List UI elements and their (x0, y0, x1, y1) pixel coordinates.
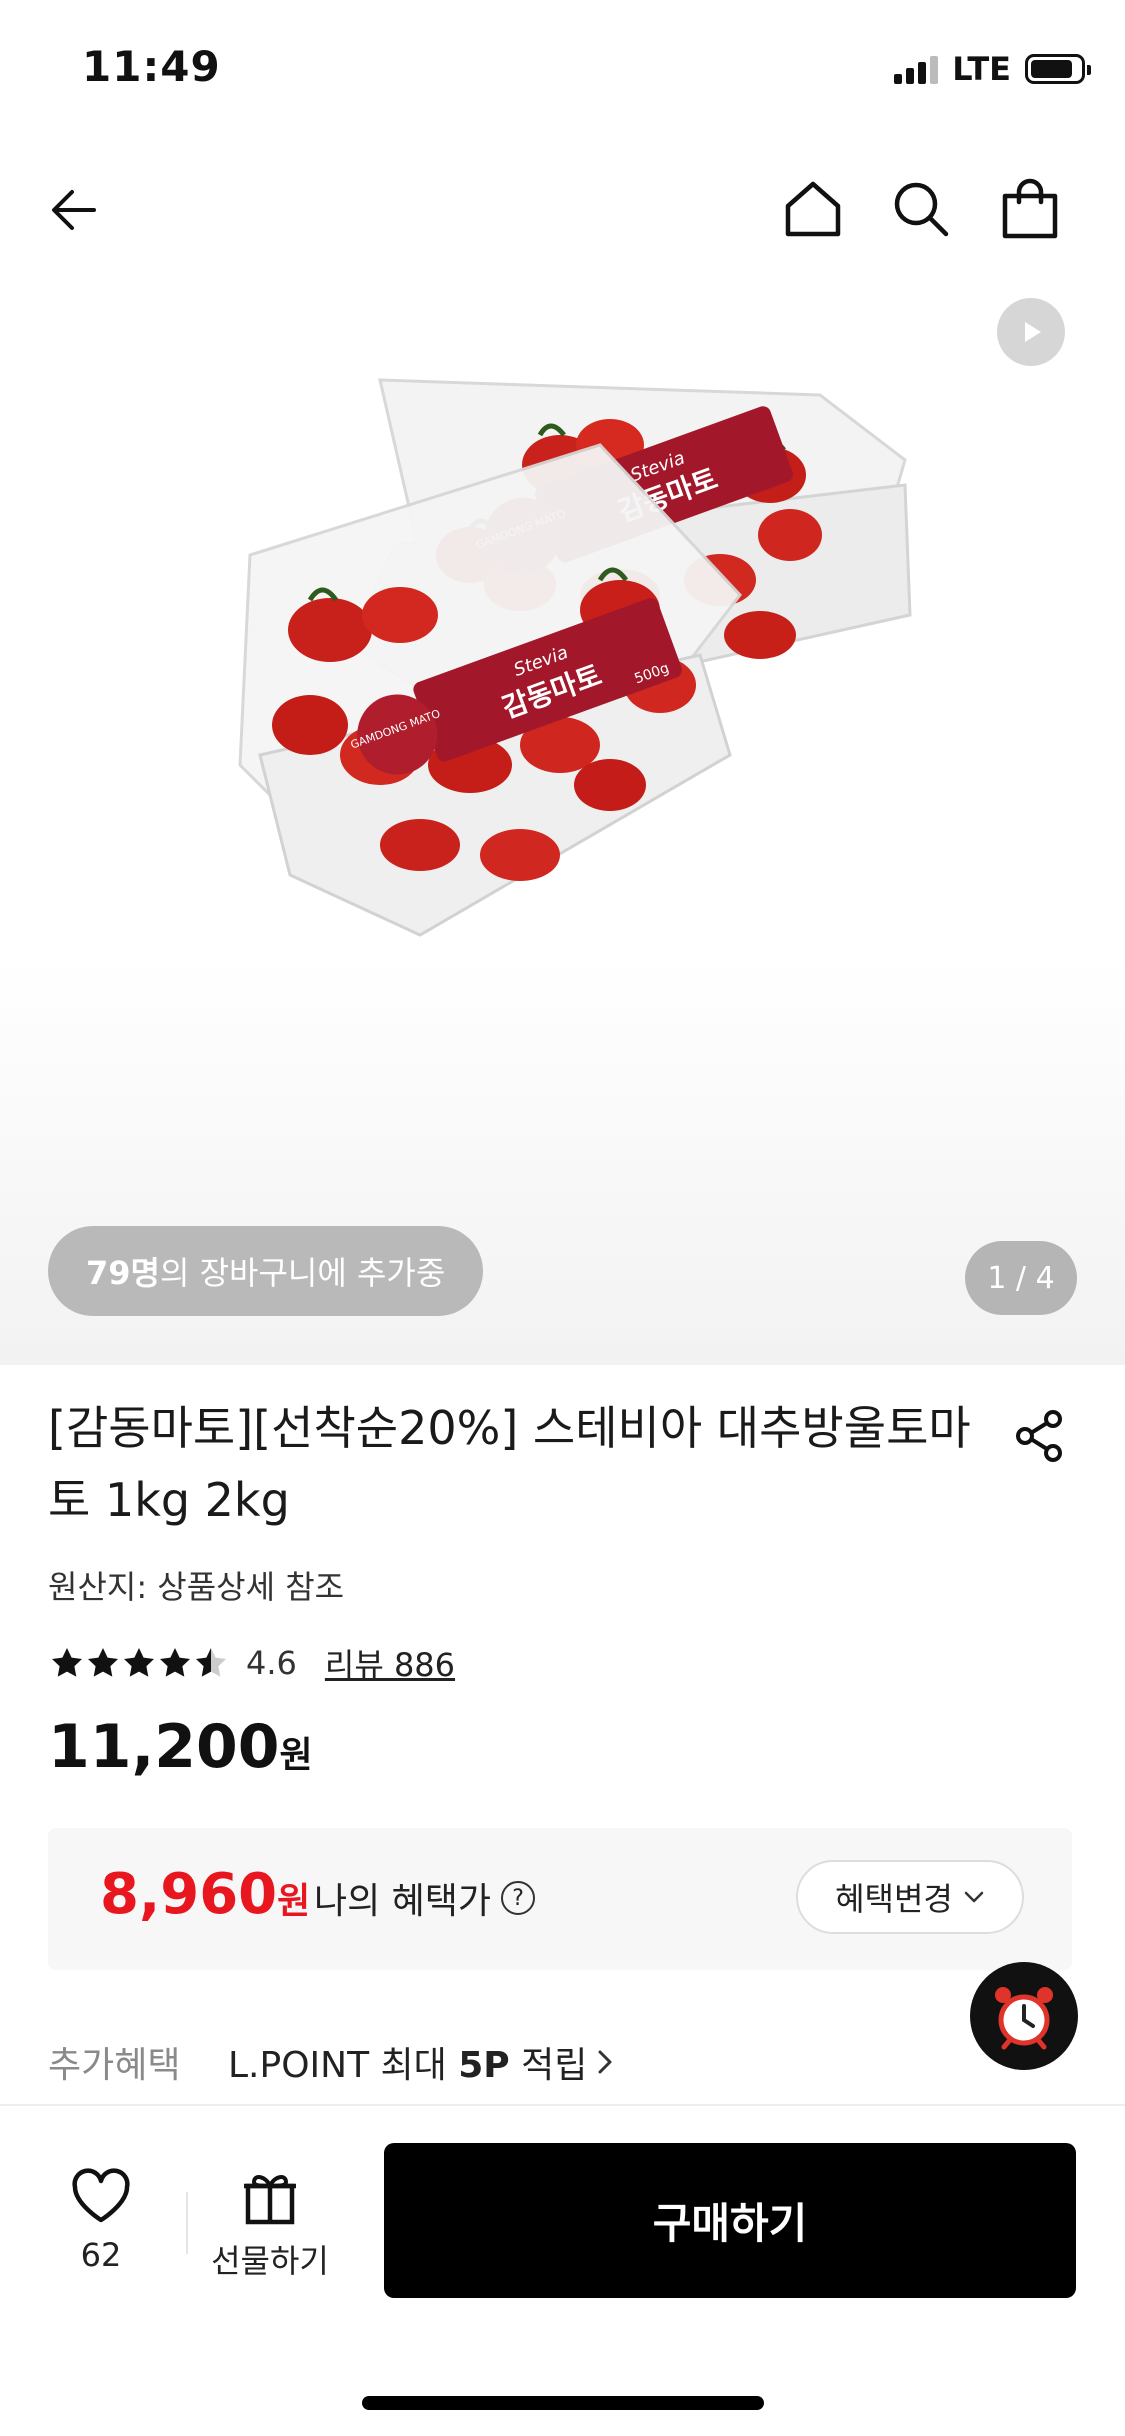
home-button[interactable] (778, 174, 848, 244)
benefit-price-value: 8,960 (100, 1862, 278, 1927)
shopping-bag-icon (1002, 178, 1058, 239)
image-pager: 1 / 4 (965, 1241, 1077, 1315)
back-button[interactable] (40, 176, 108, 244)
review-link[interactable]: 리뷰 886 (325, 1640, 455, 1686)
help-icon[interactable]: ? (501, 1881, 536, 1915)
video-play-button[interactable] (997, 298, 1065, 366)
benefit-label: 나의 혜택가 ? (314, 1872, 536, 1924)
heart-icon (72, 2168, 130, 2223)
play-icon (1025, 322, 1041, 342)
alarm-clock-icon (995, 1987, 1053, 2050)
status-indicators: LTE (894, 50, 1091, 88)
extra-benefit-suffix: 적립 (509, 2045, 588, 2086)
extra-benefit-points: 5P (458, 2045, 510, 2086)
arrow-left-icon (52, 190, 96, 230)
like-count: 62 (80, 2236, 122, 2274)
original-price-value: 11,200 (48, 1712, 280, 1782)
change-benefit-button[interactable]: 혜택변경 (796, 1860, 1024, 1934)
cart-button[interactable] (995, 172, 1065, 244)
chevron-down-icon (964, 1891, 984, 1903)
search-icon (894, 182, 949, 237)
gift-button[interactable] (210, 2168, 330, 2226)
benefit-price-unit: 원 (277, 1881, 311, 1922)
share-button[interactable] (1008, 1404, 1072, 1468)
product-image: Stevia 감동마토 GAMDONG MATO Stevia 감 (238, 378, 912, 937)
like-button[interactable] (58, 2168, 144, 2230)
star-rating-icon (50, 1646, 240, 1680)
extra-benefit-prefix: L.POINT 최대 (228, 2045, 459, 2086)
product-title: [감동마토][선착순20%] 스테비아 대추방울토마토 1kg 2kg (48, 1401, 971, 1527)
original-price: 11,200원 (48, 1712, 313, 1782)
status-time: 11:49 (82, 42, 221, 91)
cart-count: 79명 (86, 1254, 160, 1292)
search-button[interactable] (886, 174, 956, 244)
cart-text: 의 장바구니에 추가중 (159, 1254, 446, 1292)
signal-icon (894, 54, 939, 84)
gift-icon (244, 2175, 296, 2225)
product-origin: 원산지: 상품상세 참조 (48, 1568, 345, 1606)
time-deal-alarm-button[interactable] (970, 1962, 1078, 2070)
original-price-unit: 원 (279, 1735, 313, 1776)
home-icon (785, 181, 841, 237)
rating-value: 4.6 (246, 1644, 297, 1682)
chevron-right-icon (598, 2050, 612, 2074)
extra-benefit-label: 추가혜택 (48, 2045, 181, 2086)
bottom-bar-divider (0, 2104, 1125, 2106)
battery-icon (1025, 54, 1091, 84)
change-benefit-label: 혜택변경 (835, 1880, 953, 1918)
buy-button[interactable]: 구매하기 (384, 2143, 1076, 2298)
product-image-carousel[interactable]: Stevia 감동마토 GAMDONG MATO Stevia 감 (0, 285, 1125, 1365)
benefit-label-text: 나의 혜택가 (314, 1881, 492, 1922)
cart-activity-badge: 79명 의 장바구니에 추가중 (48, 1226, 484, 1316)
bottom-bar-separator (186, 2192, 188, 2254)
home-indicator (362, 2396, 764, 2410)
benefit-price: 8,960원 (100, 1862, 310, 1927)
share-icon (1016, 1410, 1062, 1462)
network-label: LTE (952, 50, 1011, 88)
gift-label: 선물하기 (211, 2242, 329, 2280)
extra-benefit-link[interactable]: L.POINT 최대 5P 적립 (228, 2036, 613, 2088)
rating-row: 4.6 리뷰 886 (50, 1640, 455, 1686)
